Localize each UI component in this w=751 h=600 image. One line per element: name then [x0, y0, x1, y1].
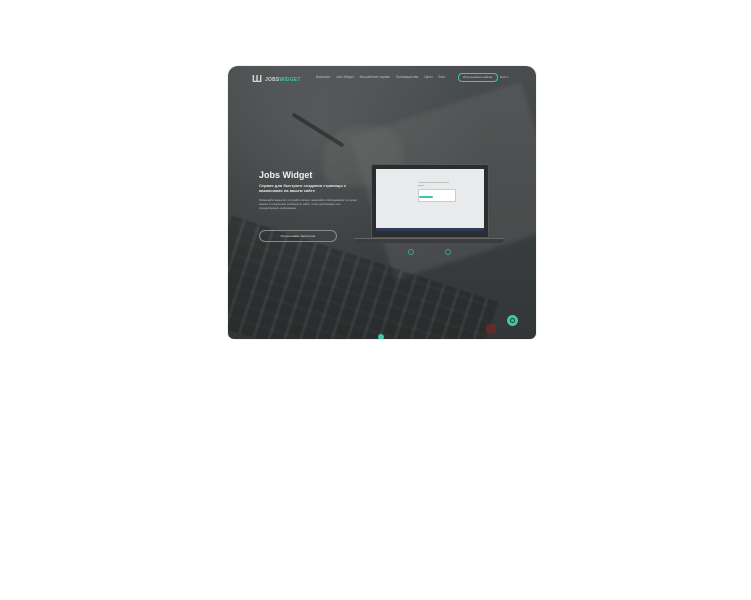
hero-title: Jobs Widget [259, 170, 313, 180]
page-canvas: Ш JOBSWIDGET Вакансии Jobs Widget Как ра… [0, 0, 751, 600]
nav-link-blog[interactable]: Блог [438, 75, 445, 79]
background-decor [486, 324, 496, 334]
scroll-indicator[interactable] [378, 334, 384, 339]
logo-text-accent: WIDGET [279, 76, 301, 83]
nav-links: Вакансии Jobs Widget Как работает сервис… [316, 75, 445, 79]
hero-description: Размещайте вакансии, получайте отклики, … [259, 199, 357, 210]
nav-link-how-it-works[interactable]: Как работает сервис [360, 75, 390, 79]
use-free-button[interactable]: Использовать бесплатно [259, 230, 337, 242]
logo-text: JOBSWIDGET [265, 77, 301, 83]
nav-link-jobs-widget[interactable]: Jobs Widget [336, 75, 354, 79]
background-pen [291, 112, 345, 148]
laptop-screen: Заполните данные и мы вышлем доступ [376, 169, 484, 231]
chat-bubble-glyph [510, 318, 515, 323]
nav-link-prices[interactable]: Цены [424, 75, 432, 79]
hero-subtitle: Сервис для быстрого создания страницы с … [259, 183, 347, 193]
laptop-mockup: Заполните данные и мы вышлем доступ [371, 164, 489, 238]
chat-icon[interactable] [507, 315, 518, 326]
laptop-form-title: Заполните данные и мы вышлем доступ [418, 182, 449, 187]
website-screenshot: Ш JOBSWIDGET Вакансии Jobs Widget Как ра… [228, 66, 536, 339]
logo-text-main: JOBS [265, 76, 280, 83]
slider-dot-1[interactable] [408, 249, 414, 255]
top-navigation: Ш JOBSWIDGET Вакансии Jobs Widget Как ра… [228, 66, 536, 90]
laptop-base [354, 238, 504, 243]
laptop-form-button [419, 196, 433, 198]
site-logo[interactable]: Ш JOBSWIDGET [252, 74, 301, 85]
nav-link-advantages[interactable]: Преимущества [396, 75, 418, 79]
slider-dot-2[interactable] [445, 249, 451, 255]
nav-link-vacancies[interactable]: Вакансии [316, 75, 330, 79]
laptop-screen-footer [376, 228, 484, 231]
jobswidget-logo-icon: Ш [252, 74, 263, 85]
login-link[interactable]: Войти [500, 75, 508, 79]
use-now-button[interactable]: Использовать сейчас [458, 73, 498, 82]
